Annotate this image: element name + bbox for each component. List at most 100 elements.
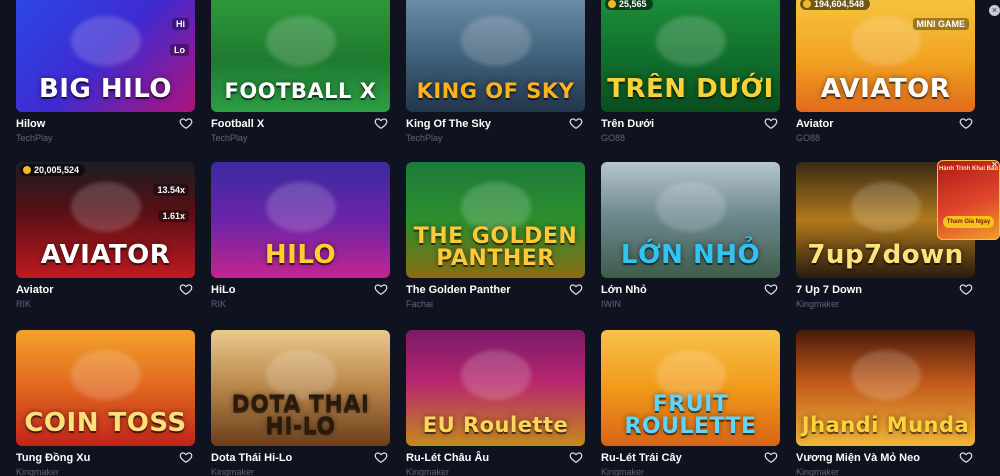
game-title[interactable]: Lớn Nhỏ xyxy=(601,284,647,296)
game-provider: Fachai xyxy=(406,299,434,309)
heart-icon[interactable] xyxy=(374,282,388,296)
game-title[interactable]: Ru-Lét Trái Cây xyxy=(601,452,682,464)
game-card[interactable]: 194,604,548 AVIATOR MINI GAME Aviator GO88 xyxy=(796,0,975,144)
game-thumbnail[interactable]: LỚN NHỎ xyxy=(601,162,780,278)
promo-banner[interactable]: Hành Trình Khai Báu Tham Gia Ngay xyxy=(937,160,1000,240)
game-thumbnail[interactable]: COIN TOSS xyxy=(16,330,195,446)
game-logo-text: Jhandi Munda xyxy=(801,413,970,437)
game-title[interactable]: Tung Đồng Xu xyxy=(16,452,90,464)
game-logo-text: AVIATOR xyxy=(40,240,171,270)
game-card[interactable]: 25,565 TRÊN DƯỚI Trên Dưới GO88 xyxy=(601,0,780,144)
game-card[interactable]: FRUIT ROULETTE Ru-Lét Trái Cây Kingmaker xyxy=(601,330,780,476)
game-card[interactable]: 20,005,524 AVIATOR 13.54x 1.61x Aviator RIK xyxy=(16,162,195,310)
heart-icon[interactable] xyxy=(959,282,973,296)
game-card[interactable]: DOTA THAI HI-LO Dota Thái Hi-Lo Kingmaker xyxy=(211,330,390,476)
heart-icon[interactable] xyxy=(764,450,778,464)
game-card[interactable]: THE GOLDEN PANTHER The Golden Panther Fach… xyxy=(406,162,585,310)
game-info: Aviator RIK xyxy=(16,278,195,310)
game-info: Football X TechPlay xyxy=(211,112,390,144)
game-card[interactable]: Jhandi Munda Vương Miện Và Mỏ Neo Kingmake… xyxy=(796,330,975,476)
thumbnail-glow xyxy=(461,16,531,66)
game-thumbnail[interactable]: Jhandi Munda xyxy=(796,330,975,446)
game-title[interactable]: HiLo xyxy=(211,284,235,296)
thumbnail-glow xyxy=(851,182,921,232)
heart-icon[interactable] xyxy=(569,450,583,464)
heart-icon[interactable] xyxy=(959,450,973,464)
game-card[interactable]: LỚN NHỎ Lớn Nhỏ IWIN xyxy=(601,162,780,310)
game-title[interactable]: Trên Dưới xyxy=(601,118,654,130)
jackpot-counter: 194,604,548 xyxy=(800,0,871,10)
promo-close-icon[interactable]: × xyxy=(989,160,1000,171)
game-provider: IWIN xyxy=(601,299,621,309)
game-provider: GO88 xyxy=(601,133,626,143)
game-info: Lớn Nhỏ IWIN xyxy=(601,278,780,310)
game-thumbnail[interactable]: BIG HILO Hi Lo xyxy=(16,0,195,112)
game-thumbnail[interactable]: FRUIT ROULETTE xyxy=(601,330,780,446)
game-thumbnail[interactable]: KING OF SKY xyxy=(406,0,585,112)
game-logo-text: BIG HILO xyxy=(38,74,173,104)
game-grid-page: BIG HILO Hi Lo Hilow TechPlay FOOTBALL X Footb… xyxy=(0,0,1000,476)
game-title[interactable]: Aviator xyxy=(16,284,54,296)
game-title[interactable]: Ru-Lét Châu Âu xyxy=(406,452,489,464)
game-title[interactable]: Vương Miện Và Mỏ Neo xyxy=(796,452,920,464)
game-provider: RIK xyxy=(16,299,32,309)
game-thumbnail[interactable]: 194,604,548 AVIATOR MINI GAME xyxy=(796,0,975,112)
game-thumbnail[interactable]: 20,005,524 AVIATOR 13.54x 1.61x xyxy=(16,162,195,278)
heart-icon[interactable] xyxy=(959,116,973,130)
game-info: King Of The Sky TechPlay xyxy=(406,112,585,144)
game-thumbnail[interactable]: EU Roulette xyxy=(406,330,585,446)
game-thumbnail[interactable]: THE GOLDEN PANTHER xyxy=(406,162,585,278)
heart-icon[interactable] xyxy=(179,450,193,464)
game-provider: Kingmaker xyxy=(796,467,840,476)
game-title[interactable]: King Of The Sky xyxy=(406,118,491,130)
game-title[interactable]: Hilow xyxy=(16,118,45,130)
game-thumbnail[interactable]: 25,565 TRÊN DƯỚI xyxy=(601,0,780,112)
game-thumbnail[interactable]: DOTA THAI HI-LO xyxy=(211,330,390,446)
game-info: Ru-Lét Trái Cây Kingmaker xyxy=(601,446,780,476)
game-logo-text: DOTA THAI HI-LO xyxy=(231,392,370,439)
game-thumbnail[interactable]: FOOTBALL X xyxy=(211,0,390,112)
game-card[interactable]: FOOTBALL X Football X TechPlay xyxy=(211,0,390,144)
heart-icon[interactable] xyxy=(374,116,388,130)
game-logo-text: FOOTBALL X xyxy=(224,79,377,103)
thumbnail-glow xyxy=(461,350,531,400)
game-logo-text: HILO xyxy=(264,240,337,270)
game-card[interactable]: BIG HILO Hi Lo Hilow TechPlay xyxy=(16,0,195,144)
game-card[interactable]: EU Roulette Ru-Lét Châu Âu Kingmaker xyxy=(406,330,585,476)
game-title[interactable]: 7 Up 7 Down xyxy=(796,284,862,296)
heart-icon[interactable] xyxy=(569,282,583,296)
game-thumbnail[interactable]: HILO xyxy=(211,162,390,278)
game-info: Hilow TechPlay xyxy=(16,112,195,144)
heart-icon[interactable] xyxy=(764,282,778,296)
heart-icon[interactable] xyxy=(569,116,583,130)
thumbnail-glow xyxy=(71,182,141,232)
game-logo-text: 7up7down xyxy=(807,240,964,270)
promo-join-button[interactable]: Tham Gia Ngay xyxy=(943,216,994,228)
heart-icon[interactable] xyxy=(179,116,193,130)
game-logo-text: COIN TOSS xyxy=(24,408,187,438)
thumbnail-glow xyxy=(266,182,336,232)
game-card[interactable]: HILO HiLo RIK xyxy=(211,162,390,310)
thumbnail-tag: MINI GAME xyxy=(912,18,969,30)
thumbnail-tag: 1.61x xyxy=(158,210,189,222)
game-card[interactable]: COIN TOSS Tung Đồng Xu Kingmaker xyxy=(16,330,195,476)
thumbnail-tag: 13.54x xyxy=(153,184,189,196)
game-logo-text: LỚN NHỎ xyxy=(620,240,761,270)
game-title[interactable]: Football X xyxy=(211,118,264,130)
game-logo-text: THE GOLDEN PANTHER xyxy=(413,224,578,271)
game-title[interactable]: Aviator xyxy=(796,118,834,130)
game-info: Dota Thái Hi-Lo Kingmaker xyxy=(211,446,390,476)
game-title[interactable]: The Golden Panther xyxy=(406,284,511,296)
thumbnail-glow xyxy=(71,16,141,66)
heart-icon[interactable] xyxy=(374,450,388,464)
game-logo-text: AVIATOR xyxy=(820,74,951,104)
game-provider: TechPlay xyxy=(16,133,53,143)
game-title[interactable]: Dota Thái Hi-Lo xyxy=(211,452,292,464)
heart-icon[interactable] xyxy=(179,282,193,296)
game-card[interactable]: KING OF SKY King Of The Sky TechPlay xyxy=(406,0,585,144)
game-provider: GO88 xyxy=(796,133,821,143)
heart-icon[interactable] xyxy=(764,116,778,130)
thumbnail-glow xyxy=(656,16,726,66)
game-info: The Golden Panther Fachai xyxy=(406,278,585,310)
close-icon[interactable]: × xyxy=(989,5,1000,16)
